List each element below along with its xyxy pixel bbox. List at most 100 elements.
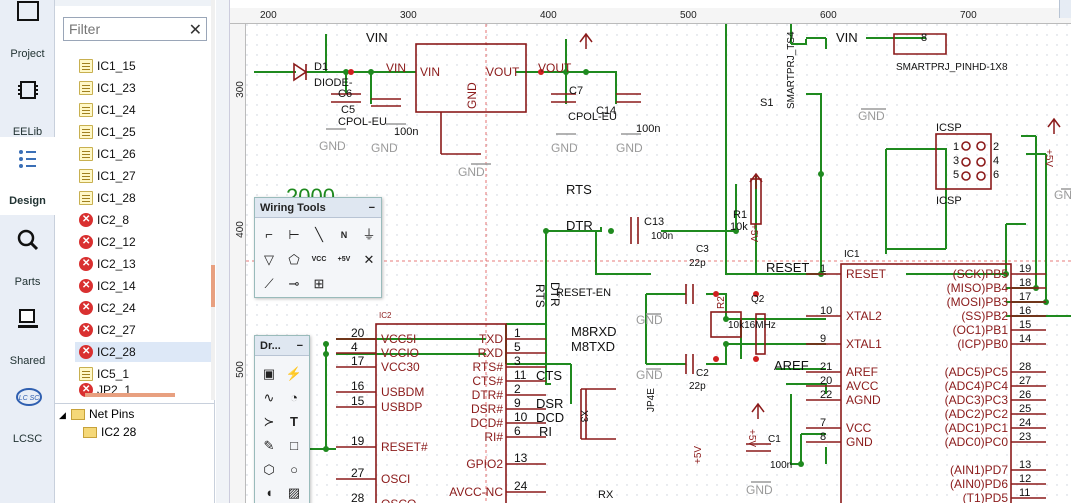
tree-item[interactable]: IC1_25 bbox=[75, 122, 211, 142]
plus5v-tool-icon[interactable]: +5V bbox=[333, 249, 355, 271]
ic1-pin-number: 7 bbox=[820, 417, 826, 429]
ic2-pin-name: USBDP bbox=[381, 400, 422, 414]
drawing-tools-titlebar[interactable]: Dr... − bbox=[255, 336, 309, 356]
group-tool-icon[interactable]: ⊞ bbox=[308, 273, 330, 295]
tree-hscrollbar-thumb[interactable] bbox=[85, 393, 175, 397]
canvas-corner-button[interactable] bbox=[1059, 0, 1071, 18]
tree-item[interactable]: IC1_26 bbox=[75, 144, 211, 164]
reg-vin-net-label: VIN bbox=[386, 61, 406, 75]
tree-item[interactable]: IC2_14 bbox=[75, 276, 211, 296]
ellipse-tool-icon[interactable]: ○ bbox=[283, 459, 305, 481]
ic2-pin-number: 10 bbox=[514, 410, 528, 424]
voltage-probe-tool-icon[interactable]: ⟋ bbox=[258, 273, 280, 295]
r2-label: R2 bbox=[716, 296, 727, 309]
dtr-vertical-label: DTR bbox=[548, 282, 562, 307]
tree-item[interactable]: IC2_8 bbox=[75, 210, 211, 230]
ic1-pin-name: GND bbox=[846, 435, 873, 449]
ic1-pin-name: (MOSI)PB3 bbox=[947, 295, 1009, 309]
tree-item[interactable]: IC2_24 bbox=[75, 298, 211, 318]
tree-scrollbar-track[interactable] bbox=[211, 0, 215, 400]
ruler-left-tick: 500 bbox=[234, 361, 246, 378]
tree-item[interactable]: IC1_27 bbox=[75, 166, 211, 186]
clear-filter-icon[interactable]: ✕ bbox=[189, 20, 202, 40]
expand-triangle-icon[interactable]: ◢ bbox=[59, 410, 66, 421]
ic1-pin-name: (ADC3)PC3 bbox=[945, 393, 1009, 407]
nav-shared[interactable]: Shared bbox=[0, 297, 55, 375]
tree-item-label: IC1_24 bbox=[97, 103, 136, 117]
ground-tool-icon[interactable]: ⏚ bbox=[358, 224, 380, 246]
tree-item[interactable]: IC2_12 bbox=[75, 232, 211, 252]
net-flag-tool-icon[interactable]: ▽ bbox=[258, 249, 280, 271]
filter-box[interactable]: ✕ bbox=[63, 17, 207, 41]
ruler-top-tick: 400 bbox=[540, 10, 557, 21]
arc-tool-icon[interactable]: ◔ bbox=[283, 387, 305, 409]
c6-label: C6 bbox=[338, 88, 352, 100]
rx-label: RX bbox=[598, 489, 614, 501]
tree-item-label: IC2_14 bbox=[97, 279, 136, 293]
nav-shared-label: Shared bbox=[9, 355, 46, 367]
drawing-tools-minimize-button[interactable]: − bbox=[297, 336, 303, 356]
rectangle-tool-icon[interactable]: □ bbox=[283, 435, 305, 457]
gnd-f-label: GND bbox=[858, 109, 885, 123]
net-pin-item[interactable]: IC2 28 bbox=[101, 425, 136, 439]
wiring-tools-minimize-button[interactable]: − bbox=[369, 198, 375, 218]
bus-tool-icon[interactable]: ⊢ bbox=[283, 224, 305, 246]
text-tool-icon[interactable]: T bbox=[283, 411, 305, 433]
tree-item[interactable]: JP2_1 bbox=[75, 380, 211, 400]
wiring-tools-titlebar[interactable]: Wiring Tools − bbox=[255, 198, 381, 218]
frame-tool-icon[interactable]: ▣ bbox=[258, 363, 280, 385]
filter-input[interactable] bbox=[64, 18, 182, 40]
vcc-tool-icon[interactable]: VCC bbox=[308, 249, 330, 271]
arrow-tool-icon[interactable]: ≻ bbox=[258, 411, 280, 433]
nav-parts[interactable]: Parts bbox=[0, 218, 55, 296]
nav-project[interactable]: Project bbox=[0, 0, 55, 68]
d1-label: D1 bbox=[314, 61, 328, 73]
pie-tool-icon[interactable]: ◖ bbox=[258, 482, 280, 503]
rts-label: RTS bbox=[566, 182, 592, 197]
nav-eelib[interactable]: EELib bbox=[0, 68, 55, 146]
tree-item[interactable]: IC2_13 bbox=[75, 254, 211, 274]
tree-item[interactable]: IC1_15 bbox=[75, 56, 211, 76]
net-label-tool-icon[interactable]: N bbox=[333, 224, 355, 246]
c100n-a-label: 100n bbox=[636, 123, 660, 135]
tree-scrollbar-thumb[interactable] bbox=[211, 265, 215, 307]
jp4e-label: JP4E bbox=[646, 388, 657, 412]
freehand-tool-icon[interactable]: ✎ bbox=[258, 435, 280, 457]
netport-tool-icon[interactable]: ⬠ bbox=[283, 249, 305, 271]
ic2-pin-name: DTR# bbox=[472, 388, 504, 402]
ic2-pin-number: 3 bbox=[514, 354, 521, 368]
ic2-pin-name: VCCIO bbox=[381, 346, 419, 360]
folder-icon bbox=[71, 409, 85, 420]
image-tool-icon[interactable]: ▨ bbox=[283, 482, 305, 503]
polygon-tool-icon[interactable]: ⬡ bbox=[258, 459, 280, 481]
wire-tool-icon[interactable]: ⌐ bbox=[258, 224, 280, 246]
ic1-pin-number: 17 bbox=[1019, 291, 1031, 303]
bus-entry-tool-icon[interactable]: ╲ bbox=[308, 224, 330, 246]
tree-item[interactable]: IC2_27 bbox=[75, 320, 211, 340]
design-icon bbox=[19, 150, 36, 168]
error-icon bbox=[79, 210, 93, 230]
document-icon bbox=[79, 81, 93, 95]
tree-item[interactable]: IC1_28 bbox=[75, 188, 211, 208]
nav-lcsc[interactable]: LC SC LCSC bbox=[0, 375, 55, 453]
drawing-tools-title: Dr... bbox=[260, 340, 281, 352]
pin8-label: 8 bbox=[921, 32, 927, 44]
ic2-pin-number: 19 bbox=[351, 434, 365, 448]
pin-tool-icon[interactable]: ⊸ bbox=[283, 273, 305, 295]
bezier-tool-icon[interactable]: ∿ bbox=[258, 387, 280, 409]
tree-item[interactable]: IC1_24 bbox=[75, 100, 211, 120]
no-connect-tool-icon[interactable]: ✕ bbox=[358, 249, 380, 271]
icsp-bottom-label: ICSP bbox=[936, 195, 962, 207]
tree-item[interactable]: IC1_23 bbox=[75, 78, 211, 98]
line-tool-icon[interactable]: ⚡ bbox=[283, 363, 305, 385]
tree-item[interactable]: IC2_28 bbox=[75, 342, 211, 362]
ic1-pin-name: (ADC2)PC2 bbox=[945, 407, 1009, 421]
ic1-pin-number: 21 bbox=[820, 361, 832, 373]
smartprj-ts4-label: SMARTPRJ_TS4 bbox=[786, 31, 797, 109]
canvas-left-gutter bbox=[216, 0, 230, 503]
ic1-pin-name: VCC bbox=[846, 421, 872, 435]
nav-design[interactable]: Design bbox=[0, 137, 55, 215]
net-pins-label[interactable]: Net Pins bbox=[89, 407, 134, 421]
c1-value: 100n bbox=[770, 460, 792, 471]
ic2-pin-name: CTS# bbox=[472, 374, 503, 388]
